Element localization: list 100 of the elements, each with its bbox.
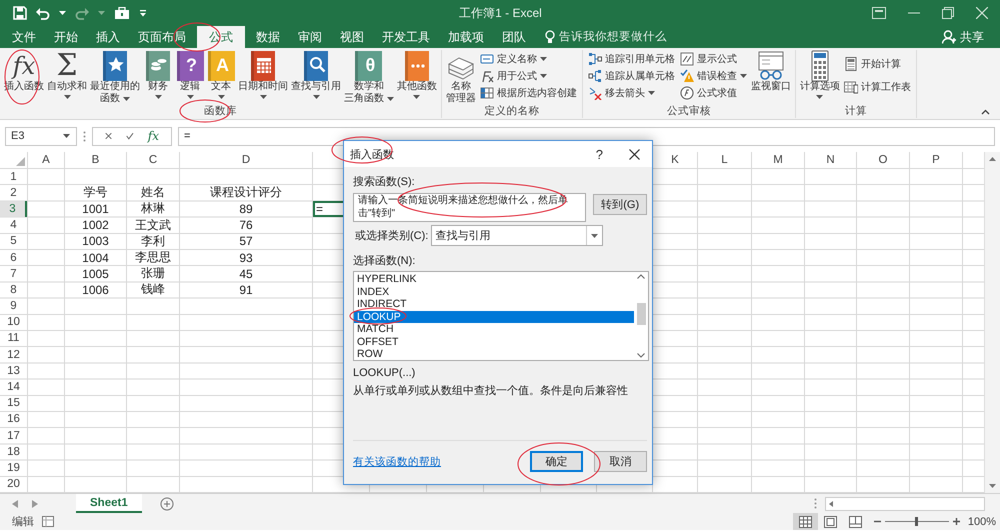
row-header[interactable]: 13	[0, 363, 27, 378]
ribbon-button[interactable]: A 文本	[206, 50, 236, 101]
page-layout-icon[interactable]	[824, 516, 837, 528]
restore-icon[interactable]	[942, 7, 954, 19]
column-header[interactable]: A	[28, 152, 64, 168]
customize-icon[interactable]	[139, 9, 147, 17]
row-header[interactable]: 3	[0, 201, 27, 217]
row-header[interactable]: 1	[0, 169, 27, 184]
save-icon[interactable]	[13, 6, 27, 20]
add-sheet-icon[interactable]	[160, 496, 174, 510]
row-header[interactable]: 15	[0, 396, 27, 411]
collapse-ribbon-icon[interactable]	[981, 109, 990, 115]
row-header[interactable]: 16	[0, 412, 27, 427]
ribbon-tab[interactable]: 开发工具	[373, 26, 439, 48]
ribbon-button[interactable]: 其他函数	[396, 50, 438, 101]
list-item[interactable]: OFFSET	[354, 336, 634, 348]
row-header[interactable]: 5	[0, 234, 27, 249]
row-header[interactable]: 17	[0, 428, 27, 444]
ribbon-button[interactable]: 计算选项	[798, 50, 841, 101]
cancel-icon[interactable]	[105, 131, 112, 141]
ribbon-tab[interactable]: 插入	[87, 26, 129, 48]
scroll-up-icon[interactable]	[637, 274, 645, 279]
list-item[interactable]: INDIRECT	[354, 298, 634, 310]
list-item[interactable]: ROW	[354, 348, 634, 360]
scroll-down-icon[interactable]	[637, 353, 645, 358]
category-dropdown[interactable]: 查找与引用	[431, 225, 604, 246]
row-header[interactable]: 7	[0, 266, 27, 282]
ribbon-button[interactable]: 用于公式	[480, 68, 577, 84]
zoom-out-icon[interactable]	[874, 518, 881, 525]
ribbon-button[interactable]: 监视窗口	[750, 50, 792, 93]
formula-field[interactable]: =	[178, 126, 995, 146]
ribbon-button[interactable]: 开始计算	[844, 56, 911, 72]
row-header[interactable]: 8	[0, 282, 27, 298]
briefcase-icon[interactable]	[114, 6, 130, 20]
ribbon-tab[interactable]: 数据	[247, 26, 289, 48]
ribbon-tab[interactable]: 加载项	[439, 26, 493, 48]
row-header[interactable]: 14	[0, 379, 27, 395]
cancel-button[interactable]: 取消	[594, 451, 647, 472]
ribbon-button[interactable]: 计算工作表	[844, 78, 911, 95]
ribbon-button[interactable]: 名称 管理器	[444, 50, 477, 105]
ribbon-button[interactable]: 最近使用的 函数	[89, 50, 141, 105]
page-break-icon[interactable]	[848, 516, 862, 528]
row-header[interactable]: 11	[0, 330, 27, 346]
column-header[interactable]: C	[127, 152, 179, 168]
ribbon-button[interactable]: 财务	[142, 50, 174, 101]
ribbon-button[interactable]: Σ 自动求和	[46, 50, 88, 101]
ribbon-tab[interactable]: 审阅	[289, 26, 331, 48]
function-list[interactable]: HYPERLINK INDEX INDIRECT LOOKUP MATCH OFFSET ROW	[353, 271, 649, 361]
scroll-thumb[interactable]	[636, 303, 646, 325]
next-sheet-icon[interactable]	[32, 500, 38, 508]
share-button[interactable]: 共享	[938, 26, 988, 48]
row-header[interactable]: 12	[0, 347, 27, 362]
ribbon-tab[interactable]: 文件	[3, 26, 45, 48]
help-link[interactable]: 有关该函数的帮助	[353, 454, 441, 468]
list-item[interactable]: HYPERLINK	[354, 273, 634, 286]
row-header[interactable]: 19	[0, 460, 27, 476]
ribbon-button[interactable]: 查找与引用	[290, 50, 342, 101]
ribbon-button[interactable]: 日期和时间	[237, 50, 289, 101]
row-header[interactable]: 18	[0, 444, 27, 460]
ribbon-button[interactable]: 公式求值	[680, 84, 747, 100]
column-header[interactable]: K	[653, 152, 697, 168]
ribbon-button[interactable]: 显示公式	[680, 50, 747, 66]
row-header[interactable]: 2	[0, 185, 27, 200]
enter-icon[interactable]	[126, 131, 134, 141]
ribbon-button[interactable]: 移去箭头	[588, 84, 675, 100]
list-item[interactable]: INDEX	[354, 286, 634, 298]
list-item[interactable]: LOOKUP	[354, 310, 634, 323]
ribbon-tab[interactable]: 页面布局	[129, 26, 195, 48]
insert-function-icon[interactable]: fx	[148, 129, 159, 143]
column-header[interactable]: M	[752, 152, 804, 168]
macro-record-icon[interactable]	[42, 516, 54, 527]
row-header[interactable]: 9	[0, 298, 27, 314]
ok-button[interactable]: 确定	[530, 451, 583, 472]
ribbon-button[interactable]: ? 逻辑	[175, 50, 205, 101]
ribbon-tab[interactable]: 开始	[45, 26, 87, 48]
name-box[interactable]: E3	[5, 126, 77, 146]
column-header[interactable]: B	[65, 152, 126, 168]
sheet-tab[interactable]: Sheet1	[76, 494, 142, 513]
ribbon-tab[interactable]: 视图	[331, 26, 373, 48]
zoom-slider-thumb[interactable]	[915, 517, 918, 526]
column-header[interactable]: D	[180, 152, 312, 168]
help-button[interactable]: ?	[596, 146, 603, 162]
row-header[interactable]: 4	[0, 218, 27, 233]
undo-icon[interactable]	[36, 6, 50, 20]
ribbon-tab[interactable]: 团队	[493, 26, 535, 48]
row-header[interactable]: 20	[0, 476, 27, 492]
ribbon-button[interactable]: θ 数学和 三角函数	[343, 50, 395, 105]
column-header[interactable]: O	[857, 152, 909, 168]
ribbon-button[interactable]: 追踪从属单元格	[588, 68, 675, 84]
ribbon-button[interactable]: 错误检查	[680, 68, 747, 84]
column-header[interactable]: P	[910, 152, 962, 168]
go-button[interactable]: 转到(G)	[593, 194, 647, 215]
previous-sheet-icon[interactable]	[12, 500, 18, 508]
normal-view-icon[interactable]	[798, 516, 812, 528]
ribbon-button[interactable]: 定义名称	[480, 50, 577, 66]
row-header[interactable]: 10	[0, 314, 27, 330]
ribbon-button[interactable]: 追踪引用单元格	[588, 50, 675, 66]
close-icon[interactable]	[629, 148, 640, 160]
list-item[interactable]: MATCH	[354, 323, 634, 336]
row-header[interactable]: 6	[0, 250, 27, 266]
